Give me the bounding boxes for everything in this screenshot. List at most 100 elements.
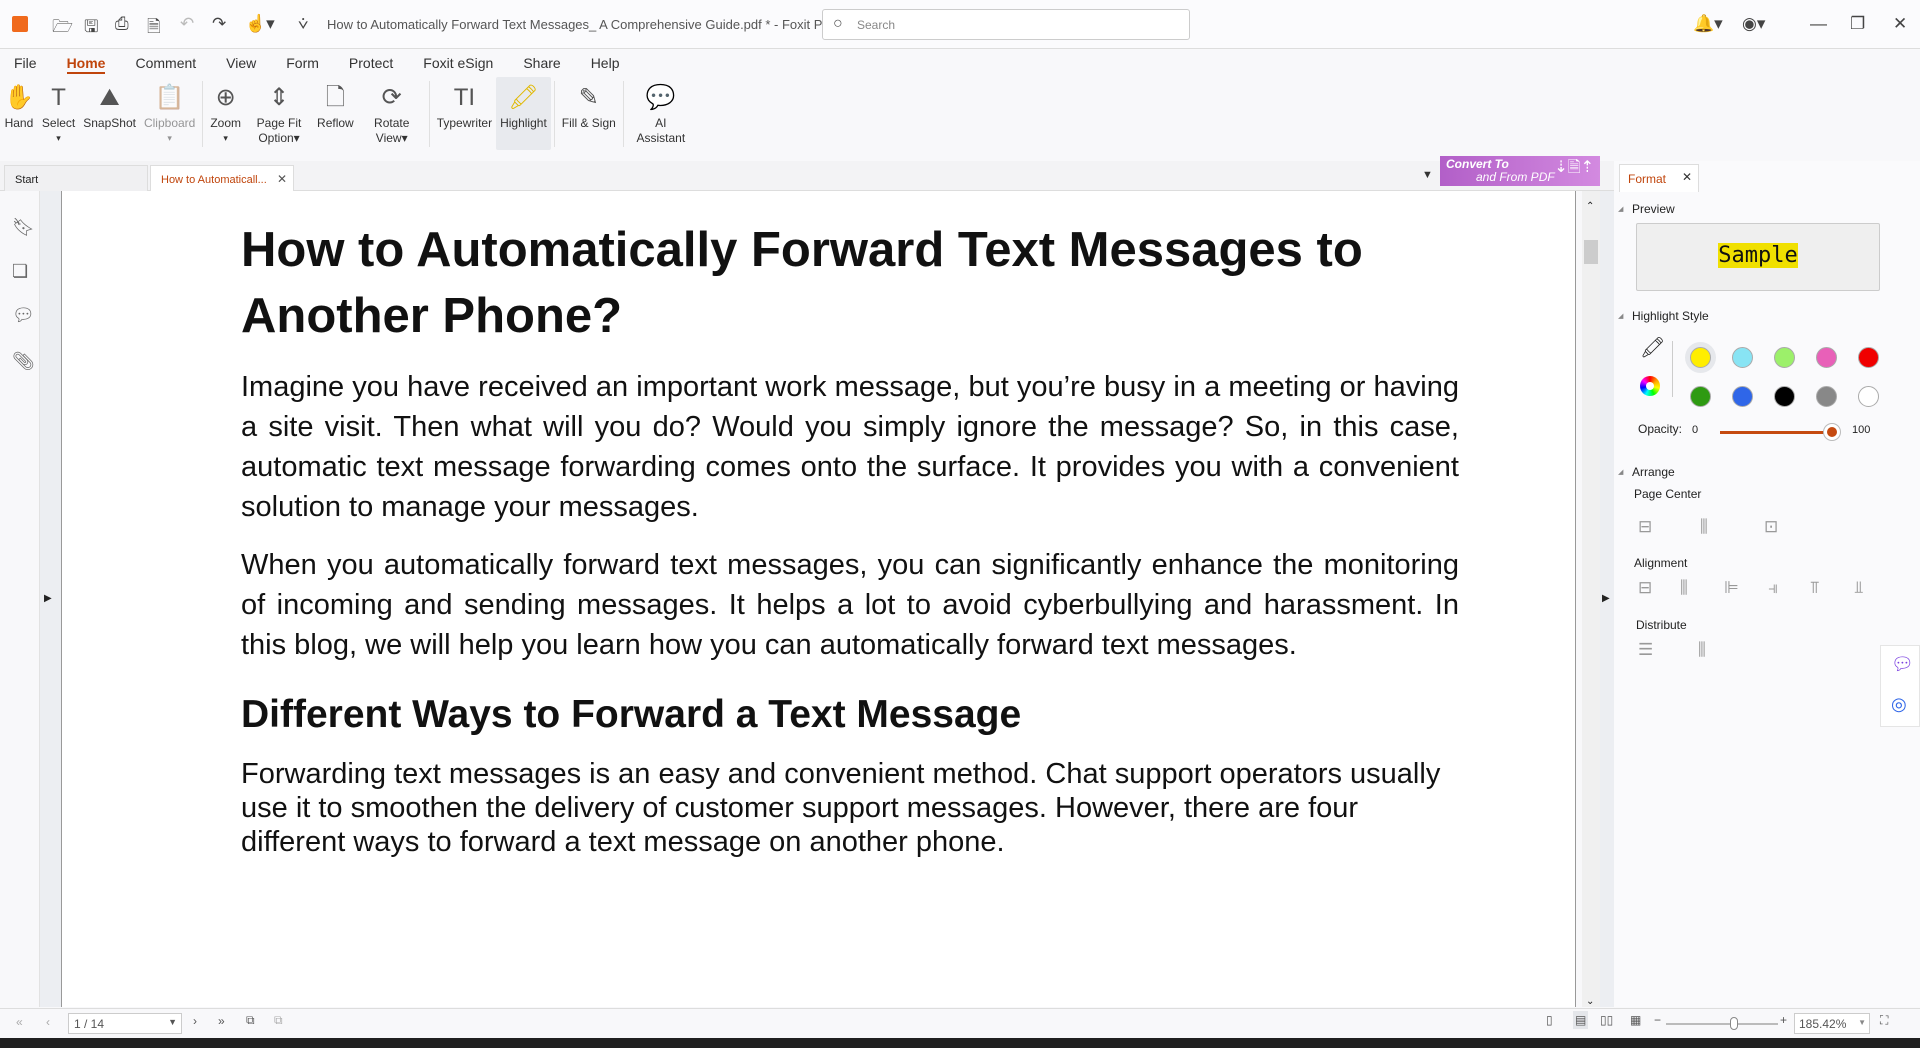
vertical-scrollbar[interactable]: ⌃ ⌄ <box>1582 191 1600 1007</box>
zoom-in-icon[interactable]: + <box>1780 1013 1787 1027</box>
close-panel-icon[interactable]: ✕ <box>1682 170 1692 184</box>
color-swatch[interactable] <box>1816 386 1837 407</box>
fullscreen-icon[interactable]: ⛶ <box>1880 1013 1888 1028</box>
comments-icon[interactable]: 💬︎ <box>12 305 35 326</box>
clipboard-button[interactable]: 📋 Clipboard ▾ <box>140 77 199 150</box>
typewriter-button[interactable]: TI Typewriter <box>433 77 496 150</box>
minimize-button[interactable]: — <box>1810 14 1827 34</box>
opacity-slider-handle[interactable] <box>1824 424 1840 440</box>
scrollbar-thumb[interactable] <box>1584 240 1598 264</box>
page-fit-option-button[interactable]: ⇕ Page Fit Option▾ <box>245 77 313 150</box>
align-right-icon[interactable]: ⫣ <box>1768 578 1778 598</box>
facing-page-icon[interactable]: ▯▯ <box>1600 1013 1613 1027</box>
color-swatch[interactable] <box>1690 386 1711 407</box>
document-properties-icon[interactable]: 🗎 <box>147 14 161 43</box>
save-icon[interactable]: 🖫 <box>84 14 98 43</box>
ai-tools-icon[interactable]: ◎ <box>1891 694 1907 715</box>
snapshot-button[interactable]: ⛰ SnapShot <box>79 77 140 150</box>
fill-sign-button[interactable]: ✎ Fill & Sign <box>558 77 620 150</box>
attachments-icon[interactable]: 📎︎ <box>12 351 35 372</box>
tab-list-dropdown-icon[interactable]: ▼ <box>1422 169 1433 181</box>
tab-start[interactable]: Start <box>4 165 148 191</box>
pages-icon[interactable]: ❏ <box>12 261 28 282</box>
bookmark-icon[interactable]: 🔖︎ <box>12 217 35 238</box>
align-middle-icon[interactable]: ⫼ <box>1680 578 1688 598</box>
color-swatch[interactable] <box>1816 347 1837 368</box>
zoom-slider-handle[interactable] <box>1730 1017 1738 1030</box>
color-swatch[interactable] <box>1858 386 1879 407</box>
menu-home[interactable]: Home <box>66 52 106 74</box>
arrange-label: Arrange <box>1618 465 1675 479</box>
zoom-slider[interactable] <box>1666 1023 1778 1025</box>
undo-icon[interactable]: ↶ <box>180 14 194 34</box>
print-icon[interactable]: ⎙ <box>115 14 129 34</box>
zoom-out-icon[interactable]: − <box>1654 1013 1661 1027</box>
restore-button[interactable]: ❐ <box>1850 14 1865 34</box>
color-swatch[interactable] <box>1858 347 1879 368</box>
tab-format[interactable]: Format ✕ <box>1619 164 1699 192</box>
center-both-icon[interactable]: ⊡ <box>1764 517 1778 537</box>
scroll-up-icon[interactable]: ⌃ <box>1586 201 1594 212</box>
continuous-facing-icon[interactable]: ▦ <box>1630 1013 1641 1027</box>
close-window-button[interactable]: ✕ <box>1893 14 1907 34</box>
align-center-icon[interactable]: ⊟ <box>1638 578 1652 598</box>
open-icon[interactable]: 🗁 <box>52 14 73 43</box>
center-vertical-icon[interactable]: ⫼ <box>1700 517 1708 537</box>
menu-protect[interactable]: Protect <box>349 52 393 74</box>
notification-bell-icon[interactable]: 🔔▾ <box>1693 14 1723 34</box>
previous-page-icon[interactable]: ‹ <box>46 1015 50 1029</box>
collapse-panel-arrow-icon[interactable]: ▶ <box>1602 593 1610 604</box>
customize-toolbar-icon[interactable]: ⩒ <box>298 14 308 34</box>
dropdown-arrow-icon: ▾ <box>56 133 61 143</box>
ai-chat-icon[interactable]: 💬︎ <box>1891 654 1914 675</box>
page-number-input[interactable]: 1 / 14 ▼ <box>68 1013 182 1034</box>
align-left-icon[interactable]: ⊫ <box>1724 578 1739 598</box>
zoom-dropdown-icon[interactable]: ▼ <box>1858 1018 1866 1027</box>
menu-share[interactable]: Share <box>523 52 560 74</box>
color-swatch[interactable] <box>1774 386 1795 407</box>
zoom-level-input[interactable]: 185.42% ▼ <box>1794 1013 1870 1034</box>
last-page-icon[interactable]: » <box>218 1014 225 1028</box>
align-bottom-icon[interactable]: ⫫ <box>1854 578 1864 598</box>
distribute-vertical-icon[interactable]: ☰ <box>1638 640 1653 660</box>
menu-foxit-esign[interactable]: Foxit eSign <box>423 52 493 74</box>
color-swatch[interactable] <box>1774 347 1795 368</box>
menu-view[interactable]: View <box>226 52 256 74</box>
previous-view-icon[interactable]: ⧉ <box>246 1013 255 1028</box>
close-tab-icon[interactable]: ✕ <box>277 172 287 186</box>
hand-button[interactable]: ✋ Hand <box>0 77 38 150</box>
opacity-slider[interactable] <box>1720 431 1830 434</box>
distribute-horizontal-icon[interactable]: ⫼ <box>1698 640 1706 660</box>
highlight-button[interactable]: 🖍 Highlight <box>496 77 551 150</box>
rotate-view-button[interactable]: ⟳ Rotate View▾ <box>358 77 426 150</box>
page-dropdown-icon[interactable]: ▼ <box>168 1017 177 1027</box>
redo-icon[interactable]: ↷ <box>212 14 226 34</box>
next-view-icon[interactable]: ⧉ <box>274 1013 283 1028</box>
single-page-icon[interactable]: ▯ <box>1546 1013 1553 1027</box>
select-button[interactable]: T Select ▾ <box>38 77 79 150</box>
tab-document[interactable]: How to Automaticall... ✕ <box>150 165 294 191</box>
menu-comment[interactable]: Comment <box>135 52 196 74</box>
convert-pdf-banner[interactable]: Convert To and From PDF ⇣🗎⇡ <box>1440 156 1600 186</box>
reflow-button[interactable]: 🗋 Reflow <box>313 77 358 150</box>
center-horizontal-icon[interactable]: ⊟ <box>1638 517 1652 537</box>
align-top-icon[interactable]: ⫪ <box>1810 578 1820 598</box>
hand-tool-dropdown-icon[interactable]: ☝▾ <box>245 14 275 34</box>
color-swatch[interactable] <box>1732 347 1753 368</box>
first-page-icon[interactable]: « <box>16 1015 23 1029</box>
next-page-icon[interactable]: › <box>193 1014 197 1028</box>
menu-form[interactable]: Form <box>286 52 319 74</box>
continuous-page-icon[interactable]: ▤ <box>1573 1011 1589 1029</box>
expand-pane-arrow-icon[interactable]: ▶ <box>44 593 52 604</box>
ai-assistant-button[interactable]: 💬 AI Assistant <box>627 77 695 150</box>
menu-file[interactable]: File <box>14 52 37 74</box>
highlighter-icon[interactable]: 🖍 <box>1640 335 1665 360</box>
search-input[interactable]: ○ Search <box>822 9 1190 40</box>
account-icon[interactable]: ◉▾ <box>1742 14 1765 34</box>
color-swatch[interactable] <box>1732 386 1753 407</box>
menu-help[interactable]: Help <box>591 52 620 74</box>
color-swatch[interactable] <box>1690 347 1711 368</box>
zoom-button[interactable]: ⊕ Zoom ▾ <box>206 77 245 150</box>
scroll-down-icon[interactable]: ⌄ <box>1586 996 1594 1007</box>
custom-color-wheel-icon[interactable] <box>1640 376 1660 396</box>
